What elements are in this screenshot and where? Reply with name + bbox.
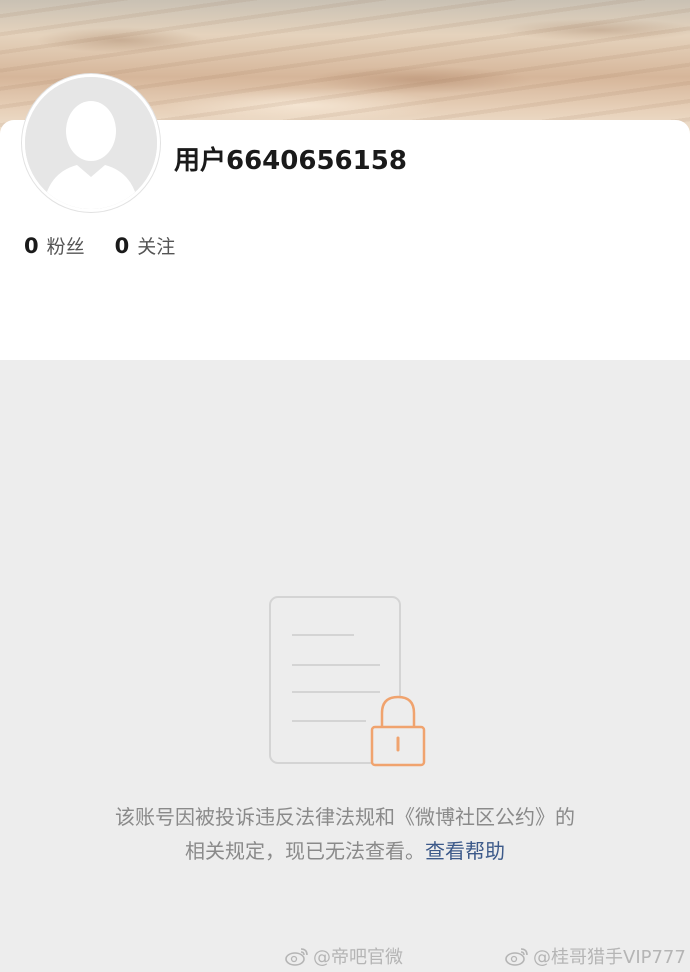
followers-stat[interactable]: 0 粉丝 [24, 232, 85, 259]
weibo-logo-icon [505, 948, 528, 966]
view-help-link[interactable]: 查看帮助 [425, 839, 505, 863]
followers-label: 粉丝 [46, 235, 85, 258]
watermark-1-text: @帝吧官微 [313, 947, 403, 968]
notice-line-1: 该账号因被投诉违反法律法规和《微博社区公约》的 [115, 805, 575, 829]
following-stat[interactable]: 0 关注 [115, 232, 176, 259]
following-count: 0 [114, 233, 130, 258]
default-avatar-icon [25, 77, 157, 209]
notice-line-2-text: 相关规定，现已无法查看。 [185, 839, 425, 863]
watermark-1: @帝吧官微 [285, 942, 403, 970]
avatar[interactable] [22, 74, 160, 212]
locked-document-illustration [268, 595, 428, 770]
weibo-logo-icon [285, 948, 308, 966]
profile-stats: 0 粉丝 0 关注 [24, 230, 205, 260]
notice-line-2: 相关规定，现已无法查看。查看帮助 [40, 834, 650, 868]
account-blocked-notice: 该账号因被投诉违反法律法规和《微博社区公约》的 相关规定，现已无法查看。查看帮助 [40, 800, 650, 868]
watermark-2: @桂哥猎手VIP777 [505, 942, 686, 970]
watermark-2-text: @桂哥猎手VIP777 [533, 947, 686, 968]
following-label: 关注 [137, 235, 176, 258]
username: 用户6640656158 [174, 146, 407, 176]
locked-document-icon [269, 596, 426, 767]
followers-count: 0 [24, 233, 39, 258]
